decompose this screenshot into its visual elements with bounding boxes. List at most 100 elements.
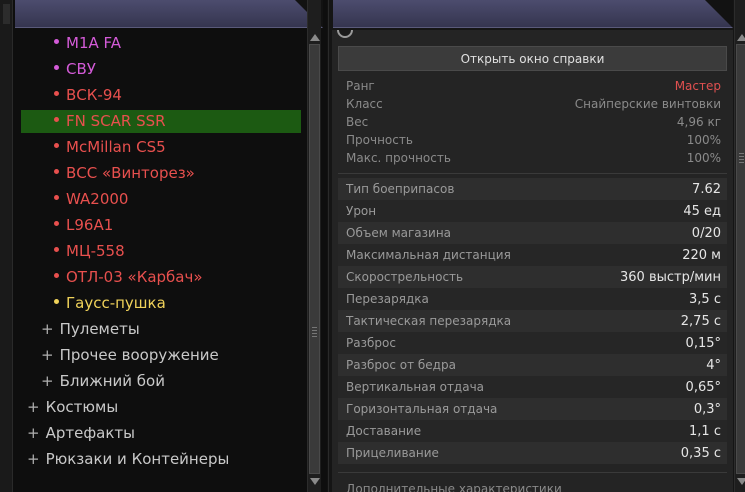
details-content: Открыть окно справки Ранг Мастер Класс Снай… [332,30,733,492]
stat-value: 0/20 [691,226,721,241]
stat-value: 0,65° [685,380,721,395]
weapon-item[interactable]: ОТЛ-03 «Карбач» [14,266,203,289]
stat-row: Максимальная дистанция 220 м [338,244,727,266]
weapon-item[interactable]: FN SCAR SSR [21,110,301,133]
stat-value: Снайперские винтовки [574,97,721,111]
left-scrollbar[interactable] [307,0,321,492]
stat-label: Вес [346,115,369,129]
weapon-item[interactable]: ВСС «Винторез» [14,162,195,185]
bullet-icon [54,143,59,148]
stat-row: Макс. прочность 100% [338,150,727,168]
scroll-up-arrow-icon[interactable] [737,34,745,41]
subcategory-item[interactable]: + Пулеметы [41,318,140,341]
bullet-icon [54,65,59,70]
bullet-icon [54,39,59,44]
weapon-item[interactable]: СВУ [14,58,96,81]
combat-stats: Тип боеприпасов 7.62 Урон 45 ед Объем магази… [338,178,727,464]
category-item[interactable]: + Костюмы [27,396,118,419]
category-label: Прочее вооружение [59,346,219,364]
subcategory-item[interactable]: + Прочее вооружение [41,344,219,367]
bullet-icon [54,221,59,226]
stat-label: Разброс от бедра [346,358,456,372]
stat-value: 100% [686,151,721,165]
stat-value: 2,75 с [680,314,721,329]
stat-value: 45 ед [683,204,721,219]
bullet-icon [54,169,59,174]
stat-value: 0,15° [685,336,721,351]
weapon-label: ВСС «Винторез» [66,164,195,182]
item-tree-panel: M1A FA СВУ ВСК-94 FN SCAR SSR McMillan CS5 ВС… [0,0,327,492]
weapon-item[interactable]: МЦ-558 [14,240,125,263]
expand-plus-icon[interactable]: + [27,424,40,442]
scroll-up-arrow-icon[interactable] [310,34,320,41]
weapon-item[interactable]: ВСК-94 [14,84,122,107]
weapon-label: M1A FA [66,34,122,52]
weapon-label: СВУ [66,60,96,78]
open-help-button[interactable]: Открыть окно справки [338,46,727,71]
weapon-item[interactable]: McMillan CS5 [14,136,166,159]
stat-label: Прочность [346,133,413,147]
stat-row: Прицеливание 0,35 с [338,442,727,464]
stat-row: Класс Снайперские винтовки [338,96,727,114]
weapon-label: Гаусс-пушка [66,294,166,312]
category-label: Пулеметы [59,320,140,338]
stat-label: Максимальная дистанция [346,248,511,262]
weapon-label: МЦ-558 [66,242,125,260]
scroll-down-arrow-icon[interactable] [737,478,745,485]
stat-value: 100% [686,133,721,147]
weapon-label: ВСК-94 [66,86,122,104]
expand-plus-icon[interactable]: + [27,450,40,468]
stat-value: 0,35 с [680,446,721,461]
bullet-icon [54,117,59,122]
stat-value: Мастер [674,79,721,93]
category-item[interactable]: + Рюкзаки и Контейнеры [27,448,229,471]
weapon-label: FN SCAR SSR [66,112,166,130]
stat-row: Горизонтальная отдача 0,3° [338,398,727,420]
subcategory-item[interactable]: + Ближний бой [41,370,165,393]
stat-row: Урон 45 ед [338,200,727,222]
stat-value: 3,5 с [689,292,721,307]
stat-value: 360 выстр/мин [620,270,721,285]
stat-row: Скорострельность 360 выстр/мин [338,266,727,288]
bullet-icon [54,299,59,304]
stat-value: 1,1 с [689,424,721,439]
stats-divider-bottom [338,472,727,473]
bullet-icon [54,195,59,200]
stat-label: Урон [346,204,377,218]
stat-value: 4° [706,358,721,373]
left-edge-strip [0,0,13,492]
expand-plus-icon[interactable]: + [41,320,54,338]
stat-row: Доставание 1,1 с [338,420,727,442]
item-details-panel: Открыть окно справки Ранг Мастер Класс Снай… [328,0,745,492]
stat-row: Тактическая перезарядка 2,75 с [338,310,727,332]
radio-circle-icon[interactable] [337,30,353,38]
category-label: Ближний бой [59,372,165,390]
left-scroll-thumb[interactable] [309,44,320,474]
scroll-down-arrow-icon[interactable] [310,478,320,485]
weapon-label: WA2000 [66,190,129,208]
expand-plus-icon[interactable]: + [41,372,54,390]
category-item[interactable]: + Артефакты [27,422,135,445]
basic-stats: Ранг Мастер Класс Снайперские винтовки Вес 4,… [338,78,727,168]
weapon-item[interactable]: M1A FA [14,32,121,55]
extra-stats-heading[interactable]: Дополнительные характеристики [346,482,562,492]
stat-label: Горизонтальная отдача [346,402,498,416]
stat-row: Вес 4,96 кг [338,114,727,132]
category-label: Артефакты [45,424,135,442]
bullet-icon [54,273,59,278]
stat-label: Вертикальная отдача [346,380,485,394]
weapon-item[interactable]: WA2000 [14,188,128,211]
stat-row: Разброс 0,15° [338,332,727,354]
stat-label: Ранг [346,79,375,93]
stat-row: Объем магазина 0/20 [338,222,727,244]
weapon-item[interactable]: Гаусс-пушка [14,292,166,315]
stats-divider [338,173,727,174]
right-scroll-thumb[interactable] [736,44,745,474]
expand-plus-icon[interactable]: + [27,398,40,416]
expand-plus-icon[interactable]: + [41,346,54,364]
right-scrollbar[interactable] [734,0,745,492]
category-label: Рюкзаки и Контейнеры [45,450,230,468]
stat-row: Вертикальная отдача 0,65° [338,376,727,398]
weapon-item[interactable]: L96A1 [14,214,113,237]
stat-row: Перезарядка 3,5 с [338,288,727,310]
